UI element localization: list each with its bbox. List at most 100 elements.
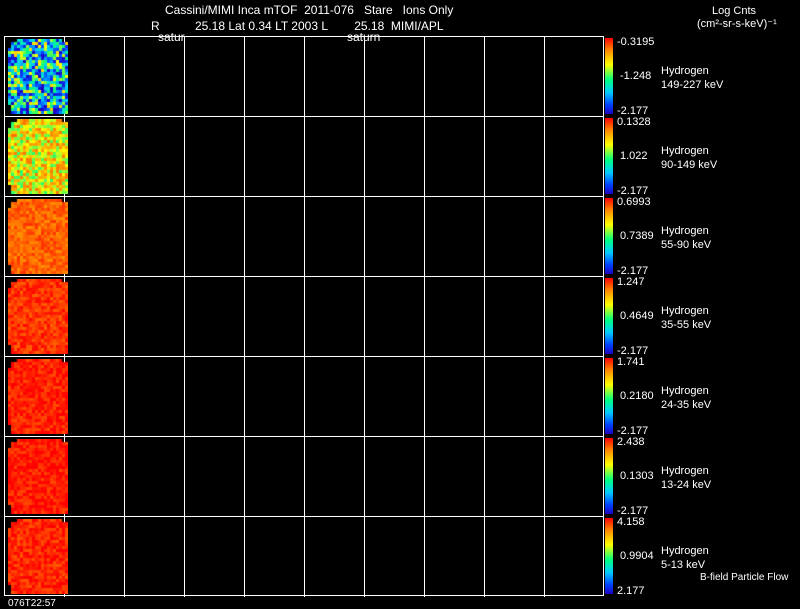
grid-line (124, 517, 125, 597)
colorbar-mid-label: 0.2180 (620, 390, 654, 402)
grid-line (364, 357, 365, 436)
grid-line (424, 277, 425, 356)
grid-line (484, 37, 485, 116)
grid-line (124, 437, 125, 516)
grid-line (484, 117, 485, 196)
bfield-label: B-field Particle Flow (700, 572, 789, 583)
energy-label: 24-35 keV (661, 399, 712, 411)
colorbar-mid-label: 0.9904 (620, 550, 654, 562)
species-label: Hydrogen (661, 65, 709, 77)
grid-line (124, 277, 125, 356)
panel-row (5, 197, 603, 277)
grid-line (244, 437, 245, 516)
intensity-image (8, 439, 68, 514)
position-info: 25.18 Lat 0.34 LT 2003 L 25.18 MIMI/APL (195, 19, 444, 33)
grid-line (244, 37, 245, 116)
panel-row (5, 117, 603, 197)
colorbar-max-label: 1.247 (617, 276, 645, 288)
grid-line (244, 277, 245, 356)
grid-line (424, 37, 425, 116)
grid-line (424, 197, 425, 276)
energy-label: 13-24 keV (661, 479, 712, 491)
intensity-image (8, 359, 68, 434)
grid-line (544, 517, 545, 597)
timestamp: 076T22:57 (8, 598, 56, 609)
grid-line (184, 517, 185, 597)
intensity-image (8, 39, 68, 114)
colorbar-mid-label: 1.022 (620, 150, 648, 162)
grid-line (544, 117, 545, 196)
colorbar (605, 198, 613, 274)
energy-label: 55-90 keV (661, 239, 712, 251)
grid-line (364, 197, 365, 276)
grid-line (484, 357, 485, 436)
grid-line (544, 277, 545, 356)
energy-label: 35-55 keV (661, 319, 712, 331)
title-line: Cassini/MIMI Inca mTOF 2011-076 Stare Io… (165, 3, 454, 17)
energy-label: 90-149 keV (661, 159, 718, 171)
grid-line (124, 357, 125, 436)
species-label: Hydrogen (661, 305, 709, 317)
grid-line (124, 37, 125, 116)
units-label: Log Cnts (712, 5, 757, 17)
grid-line (184, 197, 185, 276)
energy-label: 5-13 keV (661, 559, 706, 571)
grid-line (304, 197, 305, 276)
grid-line (484, 277, 485, 356)
panel-row (5, 277, 603, 357)
grid-line (244, 357, 245, 436)
species-label: Hydrogen (661, 545, 709, 557)
species-label: Hydrogen (661, 385, 709, 397)
species-label: Hydrogen (661, 225, 709, 237)
grid-line (124, 197, 125, 276)
grid-line (304, 517, 305, 597)
grid-line (244, 517, 245, 597)
species-label: Hydrogen (661, 465, 709, 477)
intensity-image (8, 199, 68, 274)
grid-line (484, 517, 485, 597)
grid-line (184, 357, 185, 436)
grid-line (544, 197, 545, 276)
colorbar-min-label: 2.177 (617, 585, 645, 597)
panel-grid (4, 36, 604, 597)
panel-row (5, 357, 603, 437)
colorbar-mid-label: 0.7389 (620, 230, 654, 242)
grid-line (184, 37, 185, 116)
units-expression: (cm²-sr-s-keV)⁻¹ (697, 18, 777, 30)
grid-line (484, 437, 485, 516)
panel-row (5, 517, 603, 597)
grid-line (484, 197, 485, 276)
grid-line (244, 197, 245, 276)
grid-line (424, 117, 425, 196)
grid-line (304, 277, 305, 356)
colorbar-max-label: 0.1328 (617, 116, 651, 128)
grid-line (304, 117, 305, 196)
panel-row (5, 437, 603, 517)
grid-line (544, 357, 545, 436)
grid-line (424, 517, 425, 597)
colorbar (605, 438, 613, 514)
grid-line (544, 437, 545, 516)
grid-line (364, 437, 365, 516)
colorbar-max-label: 0.6993 (617, 196, 651, 208)
grid-line (364, 117, 365, 196)
colorbar-mid-label: -1.248 (620, 70, 652, 82)
grid-line (184, 437, 185, 516)
colorbar-mid-label: 0.1303 (620, 470, 654, 482)
colorbar-mid-label: 0.4649 (620, 310, 654, 322)
grid-line (184, 277, 185, 356)
colorbar (605, 278, 613, 354)
energy-label: 149-227 keV (661, 79, 724, 91)
grid-line (304, 357, 305, 436)
intensity-image (8, 119, 68, 194)
colorbar (605, 358, 613, 434)
colorbar (605, 38, 613, 114)
colorbar-max-label: 4.158 (617, 516, 645, 528)
panel-row (5, 37, 603, 117)
colorbar (605, 118, 613, 194)
species-label: Hydrogen (661, 145, 709, 157)
grid-line (304, 437, 305, 516)
grid-line (544, 37, 545, 116)
colorbar-max-label: 2.438 (617, 436, 645, 448)
grid-line (184, 117, 185, 196)
